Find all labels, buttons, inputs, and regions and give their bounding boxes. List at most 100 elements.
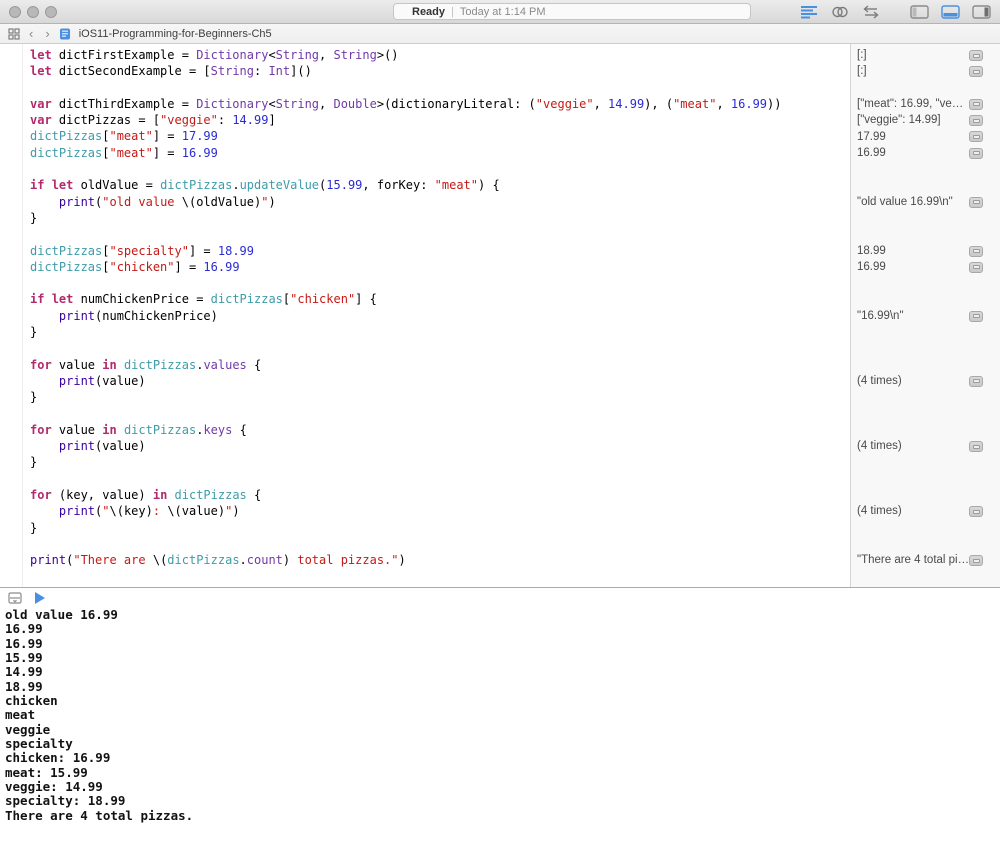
code-token: Dictionary (196, 97, 268, 111)
code-line[interactable] (0, 275, 850, 291)
code-line[interactable]: if let oldValue = dictPizzas.updateValue… (0, 177, 850, 193)
code-line[interactable]: print("\(key): \(value)") (0, 503, 850, 519)
code-line[interactable] (0, 536, 850, 552)
show-result-button[interactable] (969, 441, 983, 452)
code-line[interactable]: } (0, 389, 850, 405)
code-token: { (232, 423, 246, 437)
code-line[interactable]: var dictPizzas = ["veggie": 14.99] (0, 112, 850, 128)
show-result-button[interactable] (969, 311, 983, 322)
result-row (851, 536, 1000, 552)
code-token: } (30, 390, 37, 404)
assistant-editor-icon[interactable] (829, 3, 851, 20)
forward-button[interactable]: › (42, 26, 52, 41)
code-line[interactable] (0, 80, 850, 96)
code-token: 16.99 (203, 260, 239, 274)
code-token: "specialty" (109, 244, 188, 258)
code-line[interactable]: print(value) (0, 438, 850, 454)
code-token: \(key) (110, 504, 153, 518)
code-line[interactable] (0, 161, 850, 177)
code-line[interactable]: for value in dictPizzas.values { (0, 357, 850, 373)
code-line[interactable]: dictPizzas["meat"] = 17.99 (0, 128, 850, 144)
show-result-button[interactable] (969, 262, 983, 273)
code-line[interactable]: if let numChickenPrice = dictPizzas["chi… (0, 291, 850, 307)
show-result-button[interactable] (969, 197, 983, 208)
result-row (851, 177, 1000, 193)
code-token: 18.99 (218, 244, 254, 258)
playground-results-sidebar: [:][:]["meat": 16.99, "ve…["veggie": 14.… (850, 44, 1000, 587)
code-line[interactable]: } (0, 454, 850, 470)
code-token: "meat" (435, 178, 478, 192)
show-result-button[interactable] (969, 115, 983, 126)
code-line[interactable]: dictPizzas["specialty"] = 18.99 (0, 243, 850, 259)
version-editor-icon[interactable] (860, 3, 882, 20)
code-token: let (30, 64, 52, 78)
code-token: Int (268, 64, 290, 78)
code-line[interactable] (0, 226, 850, 242)
code-token: dictPizzas (30, 260, 102, 274)
show-result-button[interactable] (969, 555, 983, 566)
code-token: updateValue (240, 178, 319, 192)
code-token: dictPizzas (124, 358, 196, 372)
zoom-button[interactable] (45, 6, 57, 18)
code-line[interactable]: } (0, 520, 850, 536)
inspector-panel-toggle-icon[interactable] (970, 3, 992, 20)
code-line[interactable] (0, 471, 850, 487)
back-button[interactable]: ‹ (26, 26, 36, 41)
show-result-button[interactable] (969, 376, 983, 387)
standard-editor-icon[interactable] (798, 3, 820, 20)
show-result-button[interactable] (969, 506, 983, 517)
code-line[interactable] (0, 406, 850, 422)
code-token: "chicken" (109, 260, 174, 274)
code-token: "meat" (673, 97, 716, 111)
result-row (851, 389, 1000, 405)
xcode-playground-window: Ready | Today at 1:14 PM (0, 0, 1000, 844)
playground-file-icon (59, 28, 71, 40)
result-row (851, 340, 1000, 356)
code-line[interactable]: for (key, value) in dictPizzas { (0, 487, 850, 503)
close-button[interactable] (9, 6, 21, 18)
code-token: ), ( (644, 97, 673, 111)
jump-bar: ‹ › iOS11-Programming-for-Beginners-Ch5 (0, 24, 1000, 44)
code-pane[interactable]: let dictFirstExample = Dictionary<String… (0, 44, 850, 587)
code-token: String (276, 97, 319, 111)
code-token: print (30, 553, 66, 567)
code-line[interactable]: let dictFirstExample = Dictionary<String… (0, 47, 850, 63)
show-result-button[interactable] (969, 246, 983, 257)
result-row: "There are 4 total pi… (851, 552, 1000, 568)
show-result-button[interactable] (969, 66, 983, 77)
code-line[interactable]: dictPizzas["meat"] = 16.99 (0, 145, 850, 161)
show-result-button[interactable] (969, 148, 983, 159)
code-token: String (333, 48, 376, 62)
jumpbar-filename[interactable]: iOS11-Programming-for-Beginners-Ch5 (79, 28, 272, 40)
related-items-icon[interactable] (8, 28, 20, 40)
code-line[interactable]: print(numChickenPrice) (0, 308, 850, 324)
result-row: (4 times) (851, 373, 1000, 389)
code-token: dictPizzas (167, 553, 239, 567)
show-result-button[interactable] (969, 50, 983, 61)
code-token: \(value) (167, 504, 225, 518)
code-line[interactable] (0, 340, 850, 356)
code-line[interactable]: var dictThirdExample = Dictionary<String… (0, 96, 850, 112)
code-line[interactable]: let dictSecondExample = [String: Int]() (0, 63, 850, 79)
result-row (851, 324, 1000, 340)
code-line[interactable]: for value in dictPizzas.keys { (0, 422, 850, 438)
code-line[interactable]: print("There are \(dictPizzas.count) tot… (0, 552, 850, 568)
navigator-panel-toggle-icon[interactable] (908, 3, 930, 20)
result-row: (4 times) (851, 503, 1000, 519)
console-pane-icon[interactable] (8, 592, 22, 604)
code-line[interactable]: } (0, 210, 850, 226)
show-result-button[interactable] (969, 131, 983, 142)
result-row: [:] (851, 63, 1000, 79)
code-token: (value) (95, 439, 146, 453)
code-line[interactable]: } (0, 324, 850, 340)
code-line[interactable]: print(value) (0, 373, 850, 389)
code-line[interactable]: print("old value \(oldValue)") (0, 194, 850, 210)
code-token: 16.99 (731, 97, 767, 111)
result-row: ["veggie": 14.99] (851, 112, 1000, 128)
debug-panel-toggle-icon[interactable] (939, 3, 961, 20)
run-playground-button[interactable] (35, 592, 45, 604)
code-line[interactable]: dictPizzas["chicken"] = 16.99 (0, 259, 850, 275)
code-token (44, 178, 51, 192)
minimize-button[interactable] (27, 6, 39, 18)
show-result-button[interactable] (969, 99, 983, 110)
